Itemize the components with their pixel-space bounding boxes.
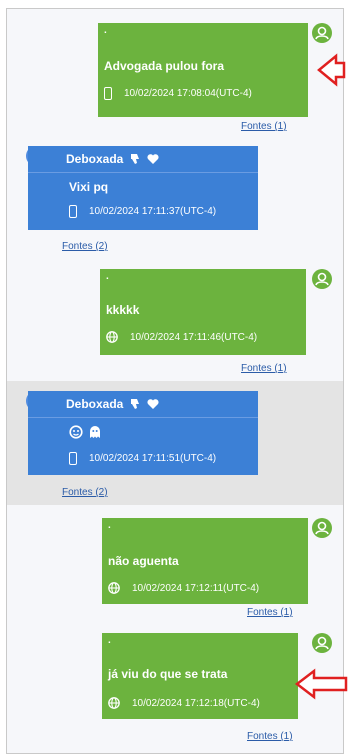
thumbs-down-icon (129, 153, 141, 165)
message-timestamp: 10/02/2024 17:11:37(UTC-4) (89, 206, 217, 217)
thumbs-down-icon (129, 398, 141, 410)
phone-icon (104, 87, 112, 100)
sender-label: . (106, 271, 109, 282)
message-meta: 10/02/2024 17:11:37(UTC-4) (69, 205, 216, 218)
globe-icon (108, 697, 120, 709)
message-meta: 10/02/2024 17:11:46(UTC-4) (106, 331, 257, 343)
sender-header: Deboxada (28, 391, 258, 417)
sender-header: Deboxada (28, 146, 258, 172)
sources-link[interactable]: Fontes (1) (247, 607, 293, 618)
message-text: já viu do que se trata (108, 667, 228, 681)
contact-avatar-icon (312, 518, 332, 538)
sources-link[interactable]: Fontes (1) (247, 731, 293, 742)
message-meta: 10/02/2024 17:12:11(UTC-4) (108, 582, 259, 594)
message-emojis (69, 425, 101, 444)
message-meta: 10/02/2024 17:11:51(UTC-4) (69, 452, 216, 465)
annotation-arrow-icon (317, 53, 346, 87)
message-bubble: . já viu do que se trata 10/02/2024 17:1… (102, 633, 298, 719)
message-text: Vixi pq (69, 180, 109, 194)
message-bubble: . Advogada pulou fora 10/02/2024 17:08:0… (98, 23, 308, 117)
message-timestamp: 10/02/2024 17:12:18(UTC-4) (132, 697, 260, 709)
contact-avatar-icon (312, 633, 332, 653)
sender-name: Deboxada (66, 397, 124, 411)
message-bubble: . kkkkk 10/02/2024 17:11:46(UTC-4) (100, 269, 306, 355)
phone-icon (69, 205, 77, 218)
sender-label: . (108, 635, 111, 646)
sources-link[interactable]: Fontes (2) (62, 241, 108, 252)
sources-link[interactable]: Fontes (1) (241, 363, 287, 374)
phone-icon (69, 452, 77, 465)
contact-avatar-icon (312, 269, 332, 289)
message-timestamp: 10/02/2024 17:08:04(UTC-4) (124, 88, 252, 99)
sender-label: . (104, 25, 107, 36)
chat-panel: . Advogada pulou fora 10/02/2024 17:08:0… (6, 8, 344, 754)
message-bubble: Deboxada Vixi pq 10/02/2024 17:11:37(UTC… (28, 146, 258, 230)
message-timestamp: 10/02/2024 17:11:46(UTC-4) (130, 331, 258, 343)
message-bubble: Deboxada 10/02/2024 17:11:51(UTC-4) (28, 391, 258, 475)
message-meta: 10/02/2024 17:08:04(UTC-4) (104, 87, 252, 100)
heart-icon (147, 153, 159, 165)
heart-icon (147, 398, 159, 410)
annotation-arrow-icon (294, 668, 348, 700)
message-text: Advogada pulou fora (104, 59, 224, 73)
globe-icon (106, 331, 118, 343)
contact-avatar-icon (312, 23, 332, 43)
sender-name: Deboxada (66, 152, 124, 166)
globe-icon (108, 582, 120, 594)
sources-link[interactable]: Fontes (1) (241, 121, 287, 132)
message-meta: 10/02/2024 17:12:18(UTC-4) (108, 697, 260, 709)
face-emoji-icon (69, 425, 83, 444)
divider (28, 417, 258, 418)
message-timestamp: 10/02/2024 17:12:11(UTC-4) (132, 582, 260, 594)
ghost-emoji-icon (89, 425, 101, 444)
message-text: não aguenta (108, 554, 179, 568)
message-bubble: . não aguenta 10/02/2024 17:12:11(UTC-4) (102, 518, 308, 604)
message-text: kkkkk (106, 303, 140, 317)
sources-link[interactable]: Fontes (2) (62, 487, 108, 498)
sender-label: . (108, 520, 111, 531)
divider (28, 172, 258, 173)
message-timestamp: 10/02/2024 17:11:51(UTC-4) (89, 453, 217, 464)
